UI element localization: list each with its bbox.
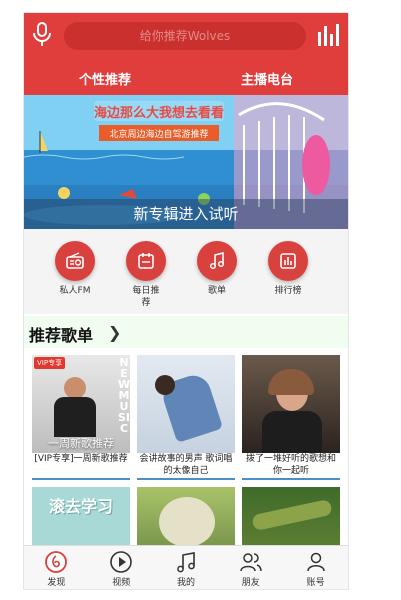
recommended-playlists-header[interactable]: 推荐歌单 ❯ xyxy=(24,316,348,348)
top-tabs: 个性推荐 主播电台 xyxy=(24,69,348,93)
chevron-right-icon: ❯ xyxy=(108,323,122,342)
tab-label: 朋友 xyxy=(241,578,260,588)
cover-text: 滚去学习 xyxy=(48,497,113,516)
tab-label: 我的 xyxy=(176,578,195,588)
cover-side-text: NEW MUSIC xyxy=(118,356,130,435)
quick-link-fm[interactable]: 私人FM xyxy=(45,241,105,297)
playlist-cover xyxy=(137,355,235,453)
radio-icon xyxy=(55,241,95,281)
quick-link-label: 排行榜 xyxy=(274,286,302,296)
divider xyxy=(32,478,130,480)
video-play-icon xyxy=(110,551,132,573)
calendar-icon xyxy=(126,241,166,281)
tab-discover[interactable]: 发现 xyxy=(24,546,89,589)
playlist-title: [VIP专享]一周新歌推荐 xyxy=(34,454,128,464)
quick-links: 私人FM 每日推荐 歌单 排行榜 xyxy=(24,229,348,314)
tab-label: 发现 xyxy=(47,578,66,588)
quick-link-label: 歌单 xyxy=(207,286,226,296)
quick-link-daily[interactable]: 每日推荐 xyxy=(116,241,176,309)
banner-caption: 新专辑进入试听 xyxy=(24,199,348,229)
now-playing-bars-icon[interactable] xyxy=(316,22,340,48)
banner-carousel[interactable]: 海边那么大我想去看看 北京周边海边自驾游推荐 新专辑进入试听 xyxy=(24,95,348,229)
tab-mine[interactable]: 我的 xyxy=(154,546,219,589)
playlist-cover xyxy=(242,355,340,453)
tab-friends[interactable]: 朋友 xyxy=(218,546,283,589)
divider xyxy=(242,478,340,480)
quick-link-playlist[interactable]: 歌单 xyxy=(187,241,247,297)
playlist-title: 拨了一堆好听的歌想和你一起听 xyxy=(245,454,336,476)
banner-ribbon: 北京周边海边自驾游推荐 xyxy=(109,128,208,140)
tab-recommend[interactable]: 个性推荐 xyxy=(24,69,186,93)
top-header: 给你推荐Wolves 个性推荐 主播电台 xyxy=(24,13,348,95)
quick-link-label: 每日推荐 xyxy=(132,286,160,308)
vip-badge: VIP专享 xyxy=(34,357,66,369)
playlist-card[interactable]: 会讲故事的男声 歌词唱的太像自己 xyxy=(137,355,235,480)
playlist-card[interactable]: 拨了一堆好听的歌想和你一起听 xyxy=(242,355,340,480)
quick-link-label: 私人FM xyxy=(59,286,91,296)
tab-account[interactable]: 账号 xyxy=(283,546,348,589)
microphone-icon[interactable] xyxy=(30,21,54,47)
music-note-icon xyxy=(197,241,237,281)
chart-bars-icon xyxy=(268,241,308,281)
account-icon xyxy=(306,552,325,572)
playlist-title: 会讲故事的男声 歌词唱的太像自己 xyxy=(139,454,233,476)
search-input[interactable]: 给你推荐Wolves xyxy=(64,22,306,50)
cover-text: 一周新歌推荐 xyxy=(48,437,114,450)
tab-label: 视频 xyxy=(112,578,131,588)
banner-headline: 海边那么大我想去看看 xyxy=(94,105,224,121)
divider xyxy=(137,478,235,480)
section-title: 推荐歌单 xyxy=(29,326,94,345)
tab-radio[interactable]: 主播电台 xyxy=(186,69,348,93)
bottom-tab-bar: 发现 视频 我的 朋友 账号 xyxy=(24,545,348,589)
music-note-icon xyxy=(177,552,195,573)
app-screen: 给你推荐Wolves 个性推荐 主播电台 海边那么大我想去看看 北京周边海边自驾… xyxy=(24,13,348,589)
playlist-cover: VIP专享 NEW MUSIC 一周新歌推荐 xyxy=(32,355,130,453)
discover-icon xyxy=(45,551,68,573)
friends-icon xyxy=(240,553,262,572)
tab-video[interactable]: 视频 xyxy=(89,546,154,589)
tab-label: 账号 xyxy=(306,578,325,588)
playlist-card[interactable]: VIP专享 NEW MUSIC 一周新歌推荐 [VIP专享]一周新歌推荐 xyxy=(32,355,130,480)
quick-link-charts[interactable]: 排行榜 xyxy=(258,241,318,297)
